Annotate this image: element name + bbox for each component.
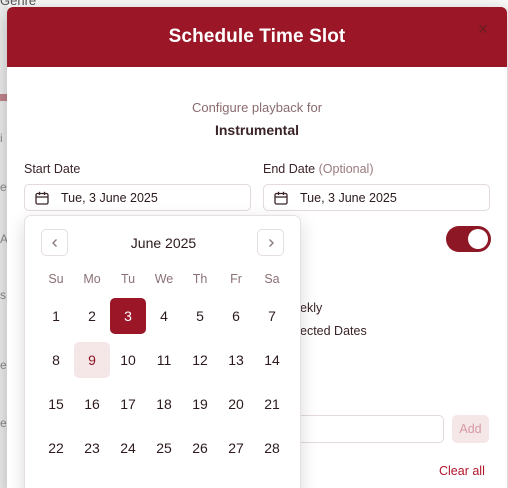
start-date-label: Start Date [24,162,80,176]
calendar-day[interactable]: 23 [74,430,110,466]
clear-all-link[interactable]: Clear all [439,464,485,478]
chevron-right-icon[interactable] [257,229,284,256]
weekday-label: Fr [230,272,242,286]
calendar-day[interactable]: 20 [218,386,254,422]
toggle-knob [468,229,488,249]
calendar-day[interactable]: 16 [74,386,110,422]
weekly-option[interactable]: ekly [300,301,322,315]
calendar-day[interactable]: 5 [182,298,218,334]
calendar-day[interactable]: 22 [38,430,74,466]
end-date-input[interactable]: Tue, 3 June 2025 [263,184,490,211]
calendar-day[interactable]: 15 [38,386,74,422]
background-text-fragment: s [0,288,6,302]
calendar-day[interactable]: 25 [146,430,182,466]
calendar-icon [274,191,288,205]
calendar-day[interactable]: 8 [38,342,74,378]
weekday-label: Su [48,272,64,286]
end-date-value: Tue, 3 June 2025 [300,190,397,205]
calendar-day[interactable]: 24 [110,430,146,466]
calendar-day[interactable]: 3 [110,298,146,334]
dialog-header: Schedule Time Slot × [7,7,507,67]
calendar-day[interactable]: 13 [218,342,254,378]
calendar-day[interactable]: 14 [254,342,290,378]
calendar-day[interactable]: 17 [110,386,146,422]
end-date-label-text: End Date [263,162,316,176]
calendar-day[interactable]: 9 [74,342,110,378]
background-text-fragment: e [0,180,7,194]
calendar-day[interactable]: 21 [254,386,290,422]
weekday-label: Sa [264,272,280,286]
add-button[interactable]: Add [452,415,489,443]
scheduled-item-name: Instrumental [214,122,299,138]
calendar-day[interactable]: 10 [110,342,146,378]
selected-dates-option[interactable]: ected Dates [300,324,367,338]
weekday-label: Th [192,272,208,286]
start-date-label-text: Start Date [24,162,81,176]
background-text-fragment: i [0,131,3,145]
optional-hint: (Optional) [318,162,374,176]
weekday-label: We [154,272,174,286]
calendar-day[interactable]: 4 [146,298,182,334]
end-date-label: End Date (Optional) [263,162,374,176]
calendar-day[interactable]: 7 [254,298,290,334]
calendar-day[interactable]: 12 [182,342,218,378]
close-icon[interactable]: × [473,19,493,39]
background-text-fragment: e [0,416,7,430]
start-date-value: Tue, 3 June 2025 [61,190,158,205]
calendar-day[interactable]: 6 [218,298,254,334]
dialog-subtitle: Configure playback for [191,100,323,115]
repeat-toggle[interactable] [446,226,491,252]
calendar-icon [35,191,49,205]
calendar-day[interactable]: 18 [146,386,182,422]
background-text-fragment: e [0,358,7,372]
calendar-day[interactable]: 2 [74,298,110,334]
weekday-label: Mo [83,272,101,286]
calendar-day[interactable]: 1 [38,298,74,334]
date-picker-popover: June 2025 Su Mo Tu We Th Fr Sa 1 2 3 4 5 6 7 8 9 10 11 12… [24,215,301,488]
calendar-day[interactable]: 27 [218,430,254,466]
calendar-day[interactable]: 28 [254,430,290,466]
dialog-title: Schedule Time Slot [168,26,346,47]
start-date-input[interactable]: Tue, 3 June 2025 [24,184,251,211]
calendar-day[interactable]: 19 [182,386,218,422]
calendar-day[interactable]: 26 [182,430,218,466]
calendar-day[interactable]: 11 [146,342,182,378]
weekday-label: Tu [120,272,136,286]
